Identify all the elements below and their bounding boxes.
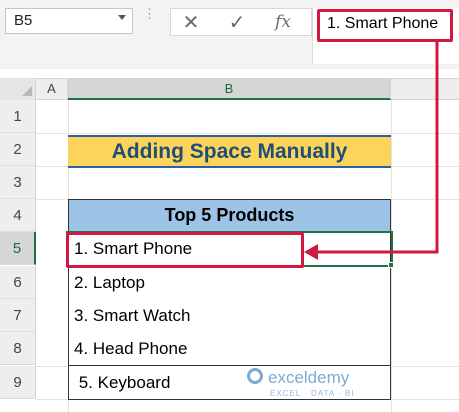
watermark-name: exceldemy — [268, 368, 350, 387]
connector-arrow — [304, 42, 439, 260]
watermark-tagline: EXCEL · DATA · BI — [270, 389, 355, 398]
exceldemy-logo-icon — [247, 368, 263, 384]
